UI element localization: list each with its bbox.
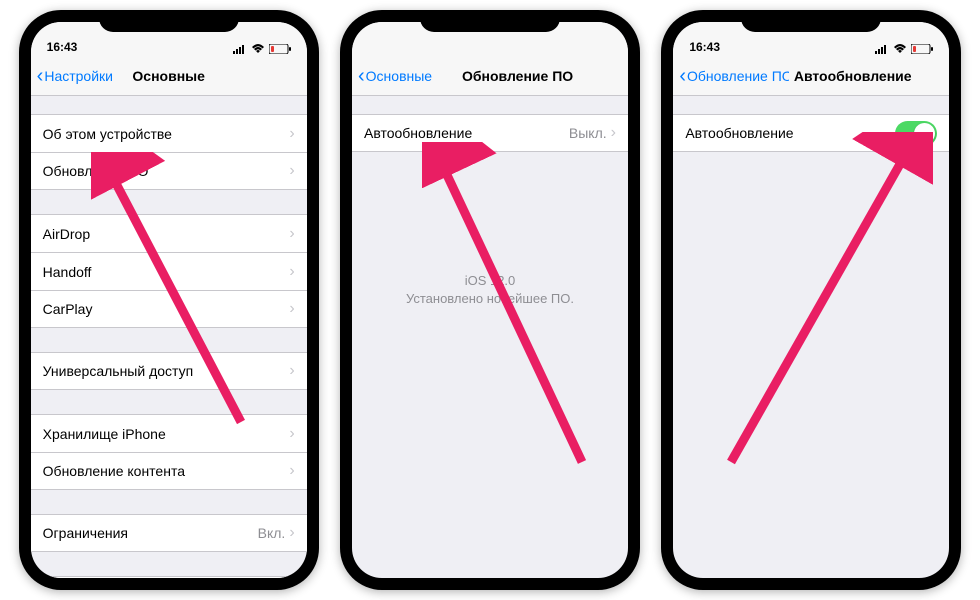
battery-icon bbox=[269, 44, 291, 54]
status-indicators bbox=[875, 44, 933, 54]
chevron-right-icon: › bbox=[611, 124, 616, 142]
back-button[interactable]: ‹ Настройки bbox=[37, 66, 113, 86]
row-background-refresh[interactable]: Обновление контента › bbox=[31, 452, 307, 490]
row-value: Вкл. bbox=[258, 525, 286, 541]
row-iphone-storage[interactable]: Хранилище iPhone › bbox=[31, 414, 307, 452]
back-label: Обновление ПО bbox=[687, 68, 789, 84]
chevron-left-icon: ‹ bbox=[37, 66, 44, 86]
settings-group: Об этом устройстве › Обновление ПО › bbox=[31, 114, 307, 190]
wifi-icon bbox=[893, 44, 907, 54]
screen-3: 16:43 ‹ Обновление ПО Автообновление Авт… bbox=[673, 22, 949, 578]
chevron-left-icon: ‹ bbox=[679, 66, 686, 86]
screen-2: ‹ Основные Обновление ПО Автообновление … bbox=[352, 22, 628, 578]
settings-group: Автообновление Выкл. › bbox=[352, 114, 628, 152]
settings-list[interactable]: Об этом устройстве › Обновление ПО › Air… bbox=[31, 114, 307, 578]
row-accessibility[interactable]: Универсальный доступ › bbox=[31, 352, 307, 390]
row-label: AirDrop bbox=[43, 226, 290, 242]
chevron-right-icon: › bbox=[289, 362, 294, 380]
status-time: 16:43 bbox=[47, 40, 78, 54]
settings-group: Хранилище iPhone › Обновление контента › bbox=[31, 414, 307, 490]
row-label: CarPlay bbox=[43, 301, 290, 317]
chevron-left-icon: ‹ bbox=[358, 66, 365, 86]
row-handoff[interactable]: Handoff › bbox=[31, 252, 307, 290]
back-button[interactable]: ‹ Обновление ПО bbox=[679, 66, 789, 86]
update-status-text: Установлено новейшее ПО. bbox=[372, 290, 608, 308]
screen-1: 16:43 ‹ Настройки Основные Об этом устро… bbox=[31, 22, 307, 578]
row-label: Автообновление bbox=[685, 125, 895, 141]
row-label: Handoff bbox=[43, 264, 290, 280]
chevron-right-icon: › bbox=[289, 225, 294, 243]
row-label: Об этом устройстве bbox=[43, 126, 290, 142]
row-label: Хранилище iPhone bbox=[43, 426, 290, 442]
row-carplay[interactable]: CarPlay › bbox=[31, 290, 307, 328]
chevron-right-icon: › bbox=[289, 162, 294, 180]
chevron-right-icon: › bbox=[289, 425, 294, 443]
settings-group: Универсальный доступ › bbox=[31, 352, 307, 390]
row-label: Автообновление bbox=[364, 125, 569, 141]
chevron-right-icon: › bbox=[289, 524, 294, 542]
status-time: 16:43 bbox=[689, 40, 720, 54]
nav-bar: ‹ Настройки Основные bbox=[31, 56, 307, 96]
phone-frame-1: 16:43 ‹ Настройки Основные Об этом устро… bbox=[19, 10, 319, 590]
row-label: Ограничения bbox=[43, 525, 258, 541]
settings-group: AirDrop › Handoff › CarPlay › bbox=[31, 214, 307, 328]
ios-version: iOS 12.0 bbox=[372, 272, 608, 290]
nav-title: Обновление ПО bbox=[462, 68, 573, 84]
settings-group: Дата и время › Клавиатура › bbox=[31, 576, 307, 578]
back-button[interactable]: ‹ Основные bbox=[358, 66, 432, 86]
settings-list[interactable]: Автообновление Выкл. › iOS 12.0 Установл… bbox=[352, 114, 628, 308]
chevron-right-icon: › bbox=[289, 263, 294, 281]
status-indicators bbox=[233, 44, 291, 54]
row-value: Выкл. bbox=[569, 125, 607, 141]
nav-bar: ‹ Обновление ПО Автообновление bbox=[673, 56, 949, 96]
row-auto-update-toggle[interactable]: Автообновление bbox=[673, 114, 949, 152]
notch bbox=[420, 10, 560, 32]
row-auto-update[interactable]: Автообновление Выкл. › bbox=[352, 114, 628, 152]
notch bbox=[741, 10, 881, 32]
phone-frame-2: ‹ Основные Обновление ПО Автообновление … bbox=[340, 10, 640, 590]
chevron-right-icon: › bbox=[289, 462, 294, 480]
settings-group: Автообновление bbox=[673, 114, 949, 152]
nav-title: Основные bbox=[132, 68, 205, 84]
nav-bar: ‹ Основные Обновление ПО bbox=[352, 56, 628, 96]
annotation-arrow bbox=[713, 132, 933, 482]
notch bbox=[99, 10, 239, 32]
signal-icon bbox=[875, 44, 889, 54]
row-label: Универсальный доступ bbox=[43, 363, 290, 379]
row-about-device[interactable]: Об этом устройстве › bbox=[31, 114, 307, 152]
battery-icon bbox=[911, 44, 933, 54]
row-restrictions[interactable]: Ограничения Вкл. › bbox=[31, 514, 307, 552]
settings-list[interactable]: Автообновление bbox=[673, 114, 949, 152]
row-software-update[interactable]: Обновление ПО › bbox=[31, 152, 307, 190]
row-date-time[interactable]: Дата и время › bbox=[31, 576, 307, 578]
row-label: Обновление контента bbox=[43, 463, 290, 479]
settings-group: Ограничения Вкл. › bbox=[31, 514, 307, 552]
back-label: Настройки bbox=[44, 68, 113, 84]
signal-icon bbox=[233, 44, 247, 54]
row-label: Обновление ПО bbox=[43, 163, 290, 179]
update-status-message: iOS 12.0 Установлено новейшее ПО. bbox=[352, 272, 628, 308]
phone-frame-3: 16:43 ‹ Обновление ПО Автообновление Авт… bbox=[661, 10, 961, 590]
chevron-right-icon: › bbox=[289, 300, 294, 318]
nav-title: Автообновление bbox=[794, 68, 912, 84]
wifi-icon bbox=[251, 44, 265, 54]
row-airdrop[interactable]: AirDrop › bbox=[31, 214, 307, 252]
chevron-right-icon: › bbox=[289, 125, 294, 143]
toggle-switch[interactable] bbox=[895, 121, 937, 146]
back-label: Основные bbox=[366, 68, 432, 84]
